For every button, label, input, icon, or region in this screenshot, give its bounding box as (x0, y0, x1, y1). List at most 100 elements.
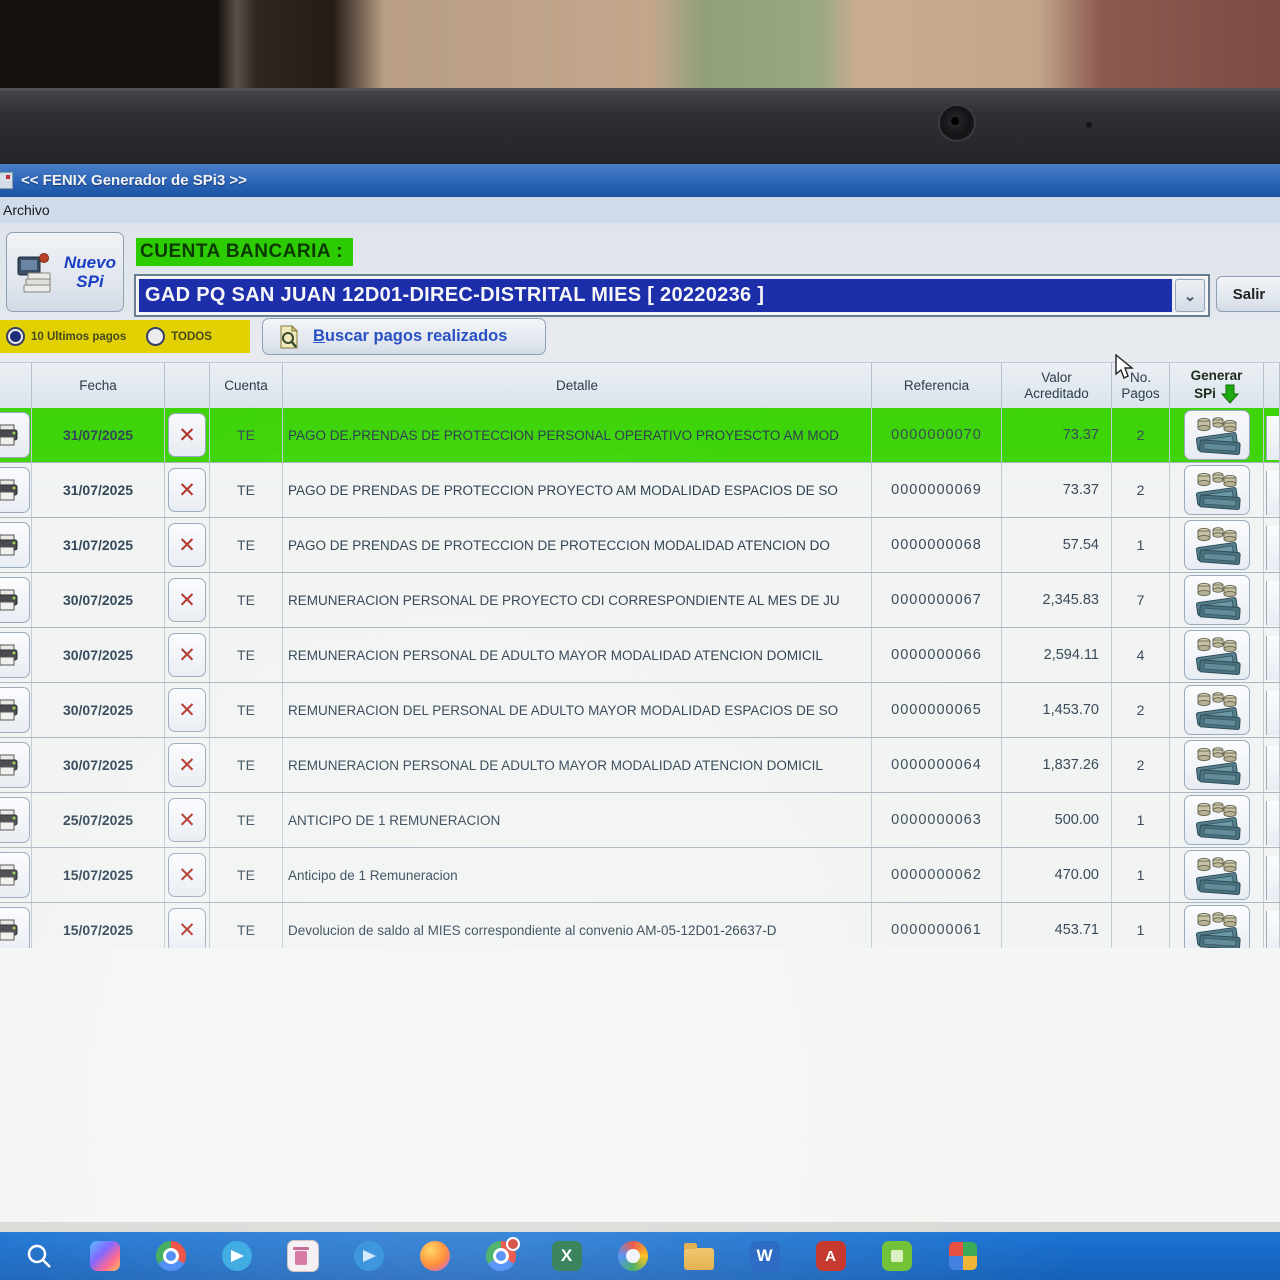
delete-x-icon[interactable]: ✕ (168, 523, 206, 567)
cell-no-pagos: 2 (1112, 683, 1170, 737)
cell-delete: ✕ (165, 628, 210, 682)
header-row-icon-col (0, 363, 32, 409)
header-fecha[interactable]: Fecha (32, 363, 165, 409)
printer-icon[interactable] (0, 412, 30, 458)
taskbar-finance-app-icon[interactable] (880, 1240, 913, 1273)
cell-referencia: 0000000069 (872, 463, 1002, 517)
radio-10-ultimos-pagos-label: 10 Ultimos pagos (31, 331, 126, 343)
delete-x-icon[interactable]: ✕ (168, 853, 206, 897)
cell-generar (1170, 683, 1264, 737)
row-print-cell (0, 683, 32, 737)
taskbar-chrome-icon[interactable] (154, 1240, 187, 1273)
extra-button-sliver[interactable] (1266, 856, 1279, 900)
cell-no-pagos: 1 (1112, 793, 1170, 847)
buscar-pagos-button[interactable]: Buscar pagos realizados (262, 318, 546, 355)
printer-icon[interactable] (0, 907, 30, 953)
taskbar-recycle-bin-icon[interactable] (286, 1240, 319, 1273)
delete-x-icon[interactable]: ✕ (168, 688, 206, 732)
nuevo-spi-button[interactable]: Nuevo SPi (6, 232, 124, 312)
cell-extra (1264, 793, 1280, 847)
room-background (0, 0, 1280, 96)
printer-icon[interactable] (0, 522, 30, 568)
taskbar-folder-explorer-icon[interactable] (682, 1240, 715, 1273)
header-referencia[interactable]: Referencia (872, 363, 1002, 409)
printer-icon[interactable] (0, 577, 30, 623)
generate-spi-money-icon[interactable] (1184, 630, 1250, 680)
generate-spi-money-icon[interactable] (1184, 410, 1250, 460)
generate-spi-money-icon[interactable] (1184, 850, 1250, 900)
printer-icon[interactable] (0, 852, 30, 898)
taskbar-browser-ring-icon[interactable] (616, 1240, 649, 1273)
row-print-cell (0, 518, 32, 572)
chevron-down-icon[interactable]: ⌄ (1175, 279, 1205, 312)
cell-detalle: REMUNERACION PERSONAL DE ADULTO MAYOR MO… (283, 738, 872, 792)
printer-icon[interactable] (0, 742, 30, 788)
delete-x-icon[interactable]: ✕ (168, 798, 206, 842)
cell-generar (1170, 738, 1264, 792)
taskbar-firefox-icon[interactable] (418, 1240, 451, 1273)
window-titlebar[interactable]: << FENIX Generador de SPi3 >> (0, 164, 1280, 197)
row-print-cell (0, 463, 32, 517)
radio-10-ultimos-pagos[interactable] (6, 327, 25, 346)
taskbar-office-icon[interactable] (946, 1240, 979, 1273)
header-cuenta[interactable]: Cuenta (210, 363, 283, 409)
cell-cuenta: TE (210, 408, 283, 462)
printer-icon[interactable] (0, 467, 30, 513)
menu-archivo[interactable]: Archivo (0, 200, 58, 220)
radio-todos[interactable] (146, 327, 165, 346)
extra-button-sliver[interactable] (1266, 526, 1279, 570)
row-print-cell (0, 793, 32, 847)
delete-x-icon[interactable]: ✕ (168, 908, 206, 952)
cell-fecha: 25/07/2025 (32, 793, 165, 847)
cell-cuenta: TE (210, 793, 283, 847)
extra-button-sliver[interactable] (1266, 801, 1279, 845)
taskbar-word-icon[interactable]: W (748, 1240, 781, 1273)
photo-of-laptop: << FENIX Generador de SPi3 >> Archivo Nu… (0, 0, 1280, 1280)
printer-icon[interactable] (0, 632, 30, 678)
bank-account-select[interactable]: GAD PQ SAN JUAN 12D01-DIREC-DISTRITAL MI… (134, 274, 1210, 317)
generate-spi-money-icon[interactable] (1184, 685, 1250, 735)
screen-bottom-edge (0, 1222, 1280, 1232)
cell-valor-acreditado: 57.54 (1002, 518, 1112, 572)
generate-spi-money-icon[interactable] (1184, 795, 1250, 845)
table-row: 30/07/2025 ✕ TE REMUNERACION PERSONAL DE… (0, 628, 1280, 683)
extra-button-sliver[interactable] (1266, 636, 1279, 680)
taskbar-chrome-profile-icon[interactable] (484, 1240, 517, 1273)
cell-cuenta: TE (210, 848, 283, 902)
cell-generar (1170, 628, 1264, 682)
extra-button-sliver[interactable] (1266, 746, 1279, 790)
printer-icon[interactable] (0, 687, 30, 733)
cell-delete: ✕ (165, 683, 210, 737)
generate-spi-money-icon[interactable] (1184, 575, 1250, 625)
new-spi-icon (14, 249, 60, 295)
printer-icon[interactable] (0, 797, 30, 843)
cell-generar (1170, 848, 1264, 902)
delete-x-icon[interactable]: ✕ (168, 413, 206, 457)
taskbar-search-icon[interactable] (22, 1240, 55, 1273)
header-detalle[interactable]: Detalle (283, 363, 872, 409)
delete-x-icon[interactable]: ✕ (168, 633, 206, 677)
extra-button-sliver[interactable] (1266, 416, 1279, 460)
cell-referencia: 0000000062 (872, 848, 1002, 902)
extra-button-sliver[interactable] (1266, 691, 1279, 735)
generate-spi-money-icon[interactable] (1184, 465, 1250, 515)
header-valor-acreditado[interactable]: Valor Acreditado (1002, 363, 1112, 409)
cell-generar (1170, 463, 1264, 517)
cell-valor-acreditado: 1,453.70 (1002, 683, 1112, 737)
extra-button-sliver[interactable] (1266, 471, 1279, 515)
extra-button-sliver[interactable] (1266, 581, 1279, 625)
cell-delete: ✕ (165, 793, 210, 847)
delete-x-icon[interactable]: ✕ (168, 743, 206, 787)
taskbar-excel-icon[interactable]: X (550, 1240, 583, 1273)
delete-x-icon[interactable]: ✕ (168, 468, 206, 512)
generate-spi-money-icon[interactable] (1184, 520, 1250, 570)
salir-button[interactable]: Salir (1216, 276, 1280, 312)
cell-no-pagos: 2 (1112, 463, 1170, 517)
generate-spi-money-icon[interactable] (1184, 740, 1250, 790)
taskbar-acrobat-icon[interactable]: A (814, 1240, 847, 1273)
delete-x-icon[interactable]: ✕ (168, 578, 206, 622)
taskbar-copilot-icon[interactable] (88, 1240, 121, 1273)
header-generar-spi[interactable]: Generar SPi (1170, 363, 1264, 409)
taskbar-telegram-icon[interactable] (220, 1240, 253, 1273)
taskbar-mail-icon[interactable] (352, 1240, 385, 1273)
